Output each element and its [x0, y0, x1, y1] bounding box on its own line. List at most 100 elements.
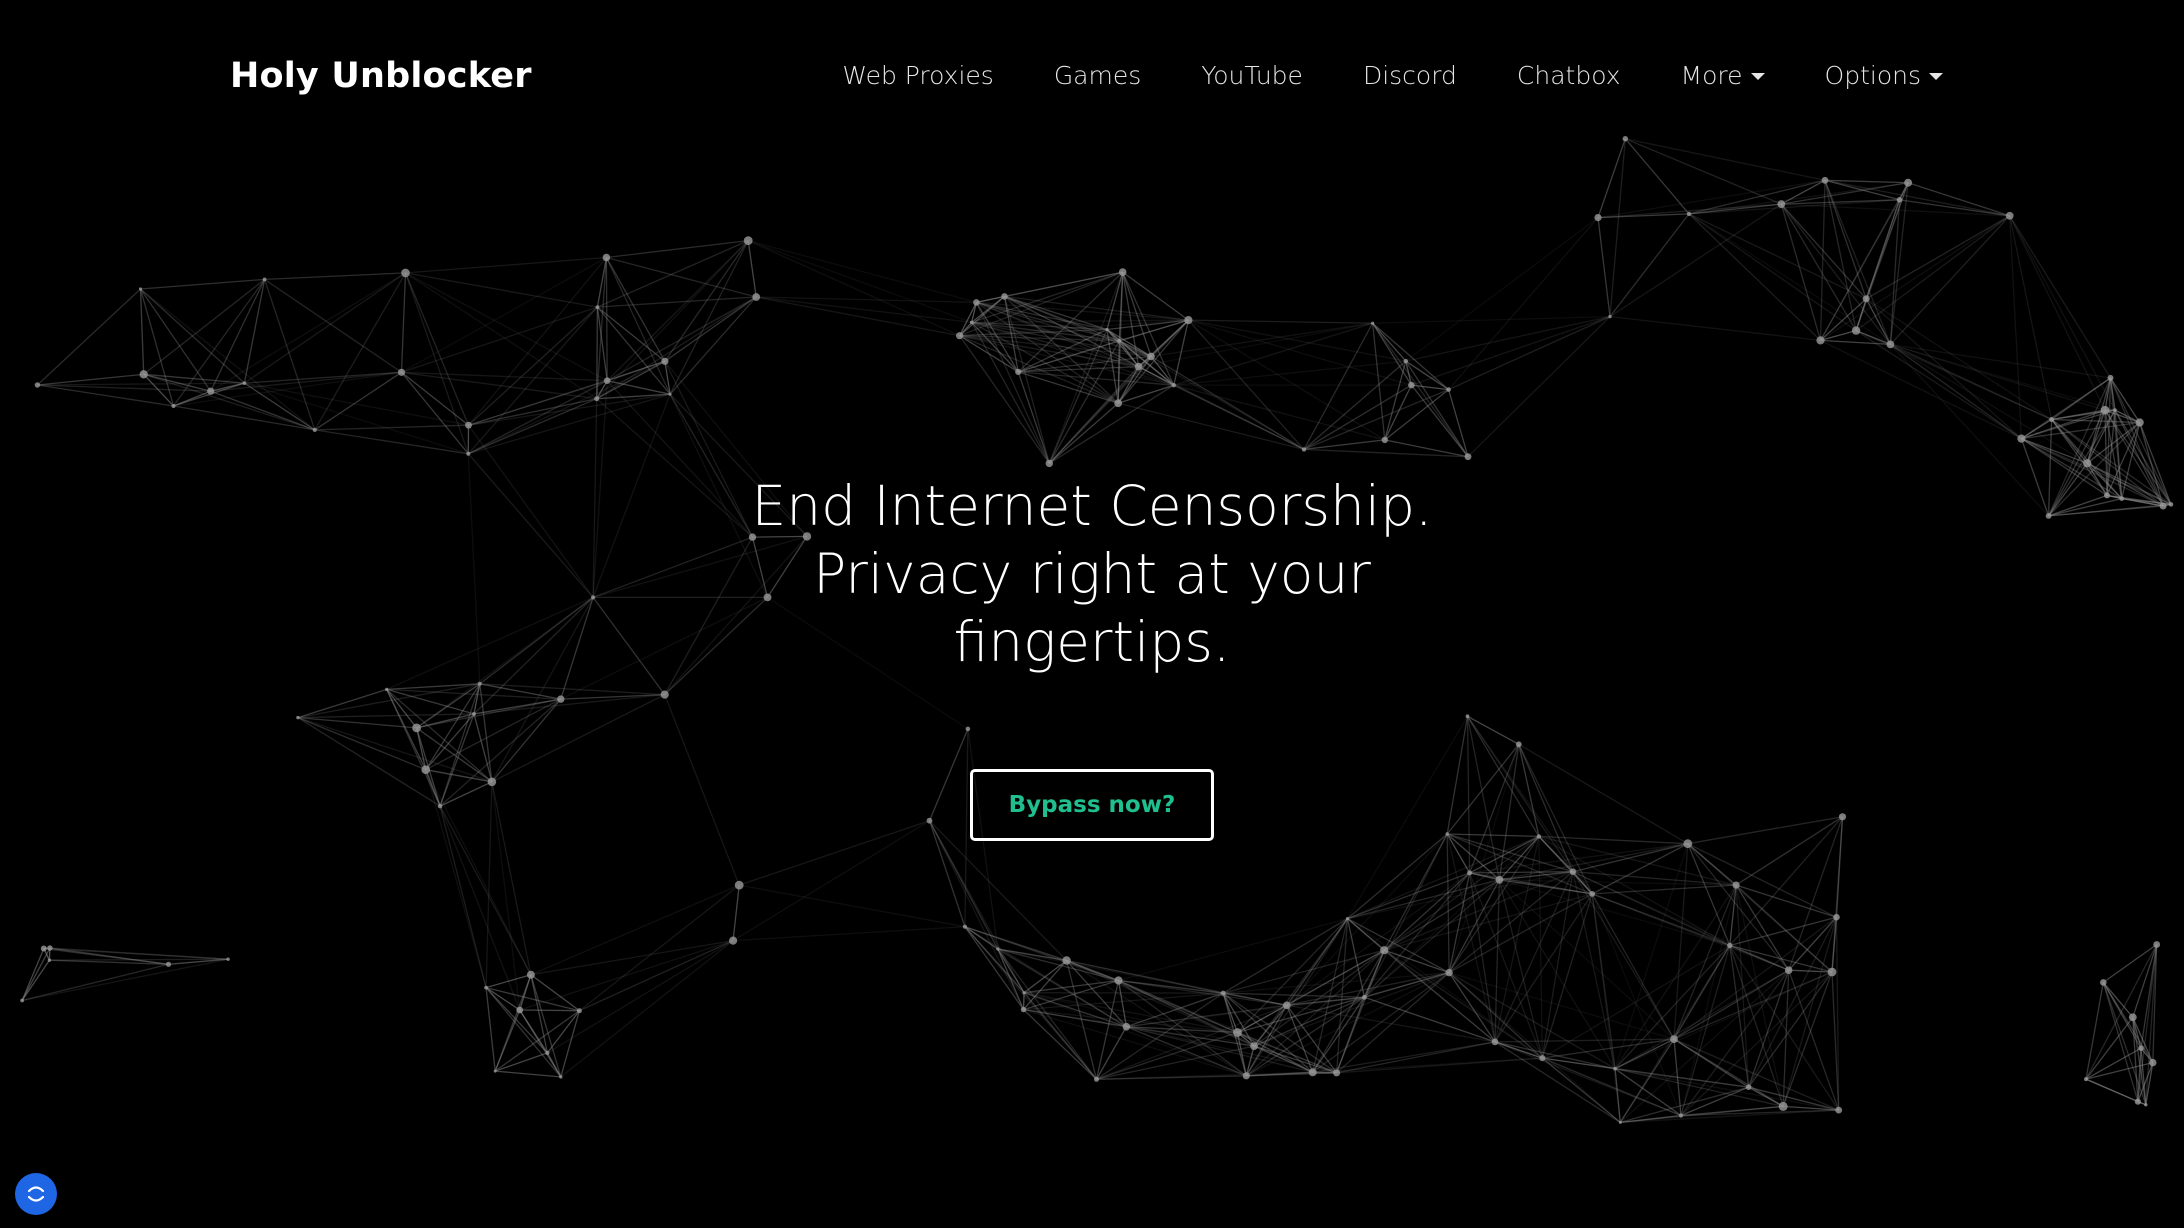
network-node: [47, 945, 53, 951]
hero-title-line: Privacy right at your: [813, 542, 1371, 606]
network-line: [1347, 918, 1450, 974]
nav-label: Chatbox: [1516, 61, 1621, 90]
network-node: [1403, 358, 1409, 364]
bypass-now-button[interactable]: Bypass now?: [970, 769, 1214, 841]
network-node: [1250, 1042, 1258, 1050]
caret-down-icon: [1929, 73, 1943, 80]
network-line: [173, 382, 245, 407]
network-line: [210, 371, 402, 392]
network-node: [1242, 1072, 1250, 1080]
network-node: [1821, 176, 1829, 184]
network-line: [928, 820, 1025, 1010]
network-node: [1851, 326, 1861, 335]
network-line: [928, 820, 966, 927]
nav-youtube[interactable]: YouTube: [1201, 61, 1303, 90]
network-node: [1301, 447, 1307, 452]
network-node: [1670, 1035, 1678, 1043]
network-line: [928, 728, 969, 821]
network-line: [971, 271, 1123, 324]
network-node: [729, 936, 738, 945]
nav-options-dropdown[interactable]: Options: [1825, 61, 1943, 90]
network-line: [1687, 843, 1731, 946]
network-node: [1467, 870, 1473, 876]
network-line: [756, 296, 960, 337]
network-line: [1405, 360, 1469, 458]
network-node: [1147, 352, 1155, 361]
network-line: [1466, 716, 1471, 873]
network-line: [43, 947, 229, 960]
network-node: [996, 947, 1000, 951]
network-line: [1609, 213, 1690, 317]
brand-logo[interactable]: Holy Unblocker: [230, 56, 532, 96]
network-line: [1890, 343, 2088, 464]
network-line: [1735, 884, 1790, 971]
network-line: [2009, 215, 2106, 411]
nav-games[interactable]: Games: [1054, 61, 1141, 90]
network-line: [928, 820, 1025, 994]
network-node: [1732, 881, 1740, 889]
network-line: [606, 239, 749, 259]
network-node: [1816, 336, 1825, 345]
network-node: [2083, 459, 2092, 468]
network-node: [594, 396, 600, 402]
network-line: [605, 257, 666, 362]
network-node: [973, 299, 980, 306]
network-node: [668, 392, 672, 396]
network-node: [1745, 1084, 1752, 1090]
nav-label: Discord: [1362, 61, 1457, 90]
network-line: [1383, 871, 1574, 951]
network-line: [1518, 744, 1540, 837]
network-line: [1173, 384, 1385, 441]
network-line: [1118, 402, 1305, 451]
network-node: [1020, 1006, 1027, 1013]
network-line: [1680, 971, 1833, 1116]
nav-more-dropdown[interactable]: More: [1681, 61, 1765, 90]
network-line: [1687, 843, 1837, 918]
network-node: [1062, 956, 1071, 965]
network-line: [405, 272, 608, 382]
network-node: [385, 687, 389, 692]
network-node: [602, 253, 611, 262]
network-line: [560, 693, 665, 700]
network-node: [2149, 1058, 2157, 1067]
network-node: [138, 287, 143, 291]
network-line: [1383, 949, 1543, 1059]
network-line: [1820, 339, 2022, 440]
network-node: [1465, 714, 1470, 719]
network-line: [1729, 816, 1843, 946]
chat-widget-icon: [27, 1186, 45, 1202]
network-line: [2009, 215, 2023, 439]
chat-widget-button[interactable]: [15, 1173, 57, 1215]
network-node: [956, 332, 964, 340]
network-line: [21, 958, 229, 1002]
network-line: [1448, 217, 1599, 391]
network-node: [576, 1008, 582, 1014]
network-line: [297, 716, 426, 771]
network-line: [1592, 884, 1737, 895]
network-line: [400, 371, 469, 455]
network-node: [595, 305, 600, 309]
network-line: [1538, 835, 1593, 895]
network-node: [2135, 418, 2144, 427]
network-line: [1609, 138, 1626, 317]
nav-web-proxies[interactable]: Web Proxies: [842, 61, 994, 90]
network-node: [20, 998, 24, 1003]
network-line: [1788, 969, 1840, 1111]
network-node: [1515, 741, 1522, 748]
hero: End Internet Censorship. Privacy right a…: [0, 472, 2184, 676]
network-node: [965, 726, 971, 732]
network-node: [1233, 1028, 1242, 1037]
network-node: [397, 368, 406, 376]
network-node: [401, 268, 410, 278]
network-node: [1381, 436, 1389, 444]
network-line: [467, 257, 607, 426]
network-node: [1446, 387, 1451, 392]
network-line: [1865, 215, 2011, 300]
nav-chatbox[interactable]: Chatbox: [1517, 61, 1621, 90]
network-node: [1022, 991, 1026, 995]
network-line: [547, 940, 734, 1054]
network-node: [1838, 813, 1847, 821]
network-line: [1782, 917, 1838, 1107]
nav-discord[interactable]: Discord: [1363, 61, 1457, 90]
network-line: [494, 974, 532, 1072]
